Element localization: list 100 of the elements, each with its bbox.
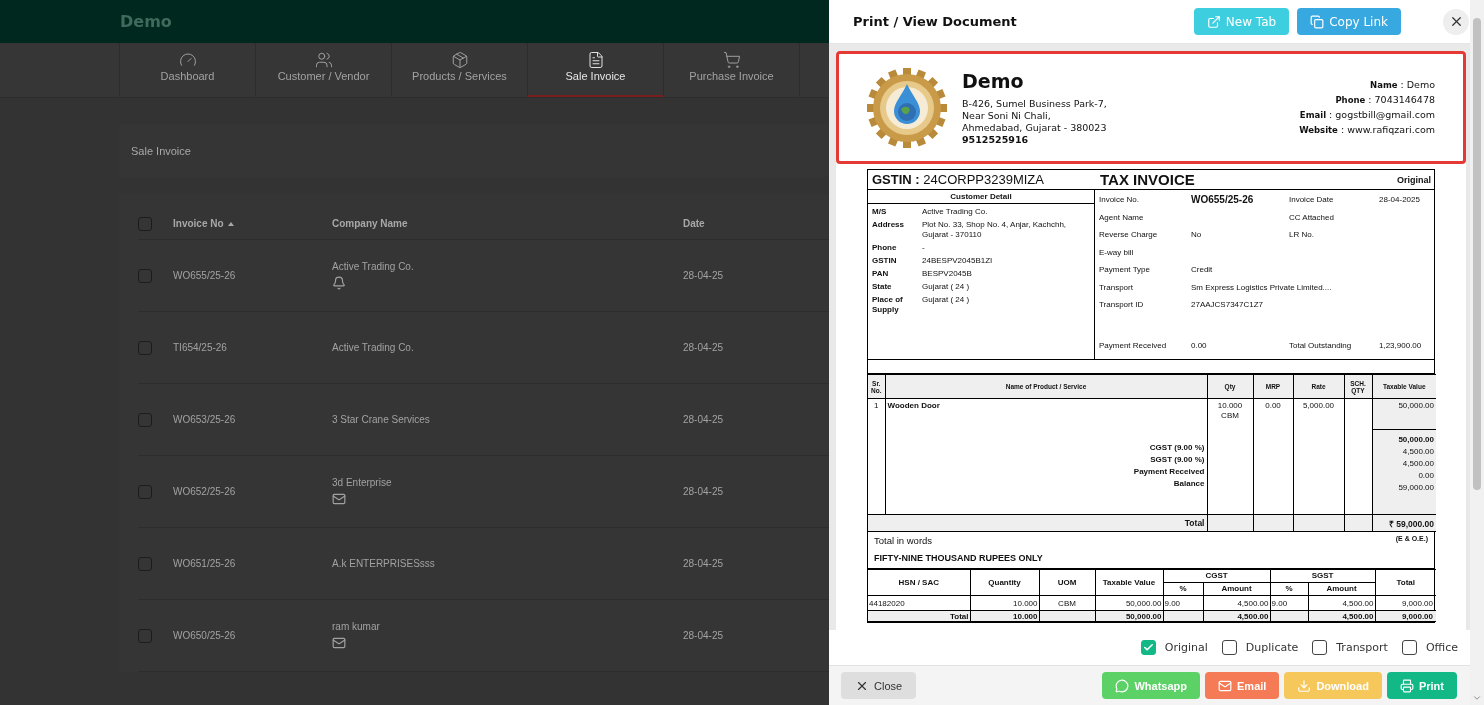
field-label: Invoice Date	[1289, 195, 1335, 205]
panel-title: Print / View Document	[853, 14, 1018, 29]
nav-tab[interactable]: Products / Services	[391, 43, 527, 97]
box-icon	[450, 51, 469, 69]
table-cell: 4,500.00	[1237, 598, 1269, 608]
table-cell: 9.00	[1164, 598, 1181, 608]
column-header: Quantity	[988, 577, 1021, 587]
invoice-number: TI654/25-26	[173, 342, 227, 353]
summary-value: 4,500.00	[1401, 446, 1434, 458]
field-value: Gujarat ( 24 )	[922, 295, 971, 306]
column-header[interactable]: Date	[683, 218, 705, 229]
column-header: CGST	[1205, 571, 1228, 580]
address-line: Ahmedabad, Gujarat - 380023	[962, 121, 1108, 134]
row-checkbox[interactable]	[138, 268, 152, 283]
field-value: Active Trading Co.	[922, 207, 989, 217]
email-button[interactable]: Email	[1205, 672, 1280, 699]
field-label: Address	[872, 220, 905, 231]
mail-icon	[1218, 678, 1232, 693]
table-cell: 9,000.00	[1401, 598, 1433, 608]
summary-value: 4,500.00	[1401, 458, 1434, 470]
close-button[interactable]	[1443, 8, 1469, 35]
company-name: Active Trading Co.	[332, 261, 414, 272]
checkbox-label: Office	[1425, 641, 1458, 654]
checkbox-label: Original	[1164, 641, 1208, 654]
row-checkbox[interactable]	[138, 556, 152, 571]
column-header[interactable]: Invoice No	[173, 218, 224, 229]
company-name: A.k ENTERPRISESsss	[332, 558, 435, 569]
column-header[interactable]: Company Name	[332, 218, 408, 229]
grand-total: ₹ 59,000.00	[1388, 518, 1434, 529]
column-header: HSN / SAC	[898, 577, 939, 587]
field-value: -	[922, 243, 926, 253]
close-button[interactable]: Close	[841, 672, 917, 699]
field-value: 24BESPV2045B1ZI	[922, 256, 994, 266]
field-label: M/S	[872, 207, 888, 217]
invoice-number: WO651/25-26	[173, 558, 236, 569]
field-value: 28-04-2025	[1379, 195, 1421, 205]
column-header: %	[1285, 584, 1293, 593]
column-header: %	[1179, 584, 1187, 593]
select-all-checkbox[interactable]	[138, 216, 152, 231]
unit: CBM	[1220, 411, 1240, 421]
nav-tab[interactable]: Customer / Vendor	[255, 43, 391, 97]
copy-checkbox[interactable]	[1221, 640, 1237, 655]
copy-label: Original	[1397, 174, 1432, 185]
contact-line: Phone : 7043146478	[1335, 94, 1435, 106]
field-label: E-way bill	[1099, 247, 1135, 258]
row-checkbox[interactable]	[138, 340, 152, 355]
row-checkbox[interactable]	[138, 412, 152, 427]
checkbox-label: Duplicate	[1245, 641, 1299, 654]
invoice-date: 28-04-25	[683, 630, 724, 641]
invoice-number: WO652/25-26	[173, 486, 236, 497]
section-heading: Customer Detail	[868, 190, 1094, 204]
copy-checkbox[interactable]	[1312, 640, 1328, 655]
column-header: SGST	[1311, 571, 1334, 580]
field-label: Transport	[1099, 282, 1134, 293]
product-name: Wooden Door	[887, 401, 941, 411]
print-button[interactable]: Print	[1386, 672, 1457, 699]
scroll-down-icon[interactable]	[1472, 693, 1482, 703]
field-value: Sm Express Logistics Private Limited....	[1191, 282, 1333, 293]
table-cell: 44182020	[869, 598, 905, 608]
nav-tab[interactable]: Sale Invoice	[527, 43, 663, 97]
copy-link-button[interactable]: Copy Link	[1297, 8, 1401, 35]
invoice-date: 28-04-25	[683, 270, 724, 281]
mail-icon[interactable]	[332, 636, 346, 650]
field-label: CC Attached	[1289, 212, 1335, 223]
column-header: Total	[1396, 577, 1415, 587]
field-value: 27AAJCS7347C1Z7	[1191, 300, 1265, 310]
field-label: Invoice No.	[1099, 195, 1141, 205]
contact-line: Email : gogstbill@gmail.com	[1299, 109, 1435, 121]
chat-bubble-icon	[1115, 678, 1130, 693]
field-value: BESPV2045B	[922, 269, 973, 279]
copy-checkbox[interactable]	[1140, 640, 1156, 655]
scrollbar[interactable]	[1470, 0, 1484, 705]
row-checkbox[interactable]	[138, 484, 152, 499]
nav-tab[interactable]: Dashboard	[119, 43, 255, 97]
copy-icon	[1310, 14, 1325, 29]
summary-value: 59,000.00	[1397, 482, 1434, 494]
mail-icon[interactable]	[332, 492, 346, 506]
table-cell: 0.00	[1265, 401, 1281, 410]
copy-checkbox[interactable]	[1401, 640, 1417, 655]
field-value: 1,23,900.00	[1379, 340, 1423, 351]
row-checkbox[interactable]	[138, 628, 152, 643]
field-label: Total Outstanding	[1289, 340, 1353, 351]
printer-icon	[1399, 678, 1414, 693]
table-cell: 50,000.00	[1125, 598, 1162, 608]
document-icon	[586, 51, 605, 69]
table-cell: Total	[950, 611, 969, 621]
invoice-title: TAX INVOICE	[1100, 171, 1195, 188]
field-label: GSTIN	[872, 256, 898, 266]
field-label: Phone	[872, 243, 898, 253]
invoice-number: WO655/25-26	[173, 270, 236, 281]
field-label: PAN	[872, 269, 890, 279]
gauge-icon	[178, 51, 197, 69]
nav-tab[interactable]: Purchase Invoice	[663, 43, 799, 97]
company-name: Active Trading Co.	[332, 342, 414, 353]
total-label: Total	[1184, 518, 1205, 528]
bell-icon[interactable]	[332, 276, 346, 290]
field-label: Payment Type	[1099, 265, 1151, 275]
invoice-number: WO653/25-26	[173, 414, 236, 425]
address-line: B-426, Sumel Business Park-7,	[962, 97, 1108, 110]
table-cell: CBM	[1058, 598, 1076, 608]
